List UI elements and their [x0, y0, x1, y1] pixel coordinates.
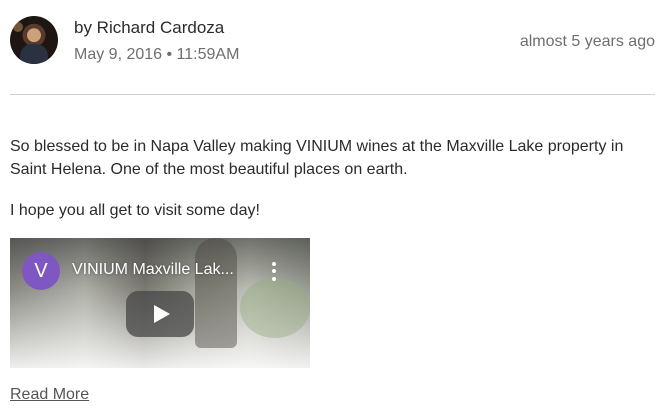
author-avatar[interactable]: [10, 16, 58, 64]
read-more-link[interactable]: Read More: [10, 386, 89, 404]
video-thumbnail-foliage: [240, 278, 310, 338]
header-divider: [10, 94, 655, 95]
more-vert-icon[interactable]: [268, 258, 280, 284]
avatar-highlight: [13, 22, 23, 32]
post-paragraph-2: I hope you all get to visit some day!: [10, 202, 260, 219]
channel-avatar[interactable]: V: [22, 252, 60, 290]
post-relative-time: almost 5 years ago: [519, 33, 655, 50]
play-button[interactable]: [126, 291, 194, 337]
post-date: May 9, 2016 • 11:59AM: [74, 46, 240, 63]
post-paragraph-1: So blessed to be in Napa Valley making V…: [10, 138, 624, 178]
avatar-shirt: [20, 44, 48, 64]
play-icon: [154, 305, 170, 323]
video-embed[interactable]: V VINIUM Maxville Lak...: [10, 238, 310, 368]
video-title[interactable]: VINIUM Maxville Lak...: [72, 261, 262, 279]
post-author[interactable]: by Richard Cardoza: [74, 18, 224, 38]
video-thumbnail-tree: [195, 238, 237, 348]
